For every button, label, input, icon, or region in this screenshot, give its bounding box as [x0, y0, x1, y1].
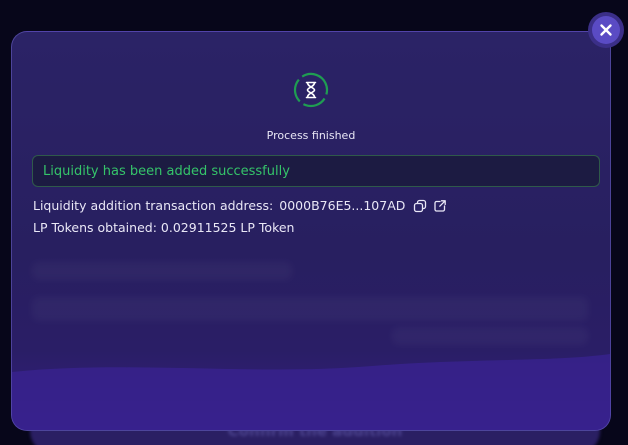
- tx-address-row: Liquidity addition transaction address: …: [33, 198, 447, 213]
- close-button[interactable]: [588, 12, 624, 48]
- ghost-block: [32, 262, 292, 280]
- screen: Confirm the addition Process finished Li…: [0, 0, 628, 445]
- success-banner: Liquidity has been added successfully: [32, 155, 600, 187]
- lp-tokens-label: LP Tokens obtained:: [33, 220, 157, 235]
- tx-address-label: Liquidity addition transaction address:: [33, 198, 274, 213]
- lp-tokens-row: LP Tokens obtained: 0.02911525 LP Token: [33, 220, 294, 235]
- lp-tokens-value: 0.02911525 LP Token: [160, 220, 295, 235]
- close-icon: [592, 16, 620, 44]
- external-link-icon[interactable]: [433, 199, 447, 213]
- hourglass-icon: [293, 72, 329, 108]
- ghost-block: [32, 297, 588, 321]
- tx-address-value: 0000B76E5...107AD: [279, 198, 406, 213]
- modal-wave-decoration: [12, 354, 610, 430]
- success-message: Liquidity has been added successfully: [43, 163, 290, 179]
- ghost-block: [392, 327, 588, 345]
- copy-icon[interactable]: [413, 199, 427, 213]
- process-modal: Process finished Liquidity has been adde…: [11, 31, 611, 431]
- status-text: Process finished: [266, 129, 356, 142]
